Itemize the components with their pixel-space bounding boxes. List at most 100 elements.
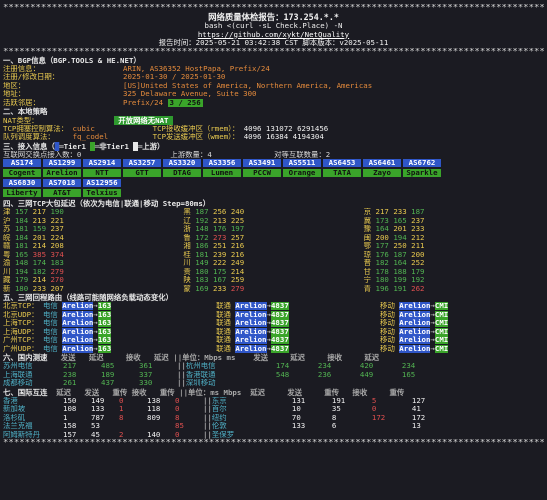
province: 鲁 (183, 233, 191, 242)
intl-value: 133 (291, 422, 306, 430)
intl-value: 150 (63, 396, 77, 405)
carrier: 电信 (38, 344, 63, 353)
peer-tag: AS2914 (83, 159, 121, 167)
peer-tag: Arelion (43, 169, 81, 177)
tcp-cell: 豫 164 201 233 (364, 225, 544, 234)
domestic-row: 苏州电信 217 485 361 ||杭州电信 174 234 420 234 (3, 362, 544, 371)
latency-value: 157 (14, 208, 29, 216)
peer-tag: DTAG (163, 169, 201, 177)
speed-value: 189 (101, 370, 115, 379)
latency-value: 148 (14, 259, 29, 267)
intl-value: 118 (147, 405, 161, 413)
net-name: Arelion (399, 310, 431, 319)
intl-value: 6 (331, 422, 337, 430)
intl-value: 53 (91, 422, 100, 430)
bgp-row: 注册/修改日期： 2025-01-30 / 2025-01-30 (3, 73, 544, 82)
latency-value: 173 (375, 216, 389, 225)
tcp-cell: 闽 200 194 212 (364, 234, 544, 243)
speed-value: 485 (101, 362, 115, 370)
peer-tag: AS6830 (3, 179, 41, 187)
carrier: 电信 (38, 336, 63, 344)
latency-value: 233 (213, 284, 227, 293)
speed-value: 234 (401, 362, 416, 370)
province: 宁 (363, 276, 372, 284)
latency-value: 182 (375, 259, 389, 267)
latency-value: 249 (230, 259, 245, 267)
peer-tag: PCCW (243, 169, 281, 177)
node-name: 法兰克福 (3, 422, 33, 430)
asn: CMI (434, 344, 449, 353)
peer-tag: GTT (123, 169, 161, 177)
latency-value: 165 (14, 250, 29, 259)
province: 藏 (3, 276, 11, 284)
asn: 163 (97, 327, 112, 336)
latency-value: 188 (393, 267, 407, 276)
route-cell: 联通 Arelion→4837 (216, 336, 289, 344)
peer-tags: AS174 AS1299 AS2914 AS3257 AS3320 AS3356 AS349… (3, 159, 544, 199)
route-cell: 北京UDP： 电信 Arelion→163 (3, 310, 112, 319)
tcp-cell: 冀 173 165 237 (364, 217, 544, 226)
route-cell: 北京TCP： 电信 Arelion→163 (3, 302, 112, 310)
intl-value: 10 (291, 405, 301, 413)
latency-value: 187 (411, 208, 425, 216)
intl-row: 香港 150 149 0 138 0 ||东京 131 191 5 127 (3, 397, 544, 406)
tcp-cell: 桂 181 239 216 (183, 251, 363, 260)
latency-value: 200 (375, 233, 389, 242)
asn: CMI (434, 310, 449, 319)
tcp-row: 藏 179 214 270 陕 183 167 259 宁 180 199 192 (3, 276, 544, 285)
province: 冀 (363, 216, 372, 225)
tcp-cell: 川 194 182 279 (3, 268, 183, 277)
latency-value: 207 (50, 284, 64, 293)
latency-value: 164 (375, 225, 389, 233)
latency-value: 239 (213, 250, 227, 259)
node-name: 新加坡 (3, 405, 26, 413)
node-name: 香港联通 (185, 370, 216, 379)
bgp-value: Prefix/24 (123, 98, 164, 107)
latency-value: 222 (213, 259, 227, 267)
latency-value: 182 (32, 267, 47, 276)
net-name: Arelion (399, 319, 431, 327)
net-name: Arelion (399, 336, 431, 344)
peer-tag: AS12956 (83, 179, 121, 187)
route-cell: 上海UDP： 电信 Arelion→163 (3, 327, 112, 336)
tcp-row: 新 180 233 207 蒙 169 233 279 青 196 191 262 (3, 285, 544, 294)
separator-line: ****************************************… (3, 47, 544, 56)
queue-row: 队列调度算法： fq_codel TCP发送缓冲区（wmem）： 4096 16… (3, 133, 324, 141)
net-name: Arelion (62, 344, 94, 353)
asn: 163 (97, 302, 112, 310)
asn: 163 (97, 344, 112, 353)
latency-value: 184 (14, 216, 29, 225)
intl-value: 809 (147, 413, 161, 422)
intl-value: 0 (175, 396, 180, 405)
intl-value: 8 (119, 413, 124, 422)
carrier: 电信 (38, 302, 63, 310)
route-label: 广州TCP： (3, 336, 39, 344)
tcp-cell: 浙 148 176 197 (183, 225, 363, 234)
asn: 163 (97, 319, 112, 327)
domestic-row: 上海联通 238 189 337 ||香港联通 548 236 449 165 (3, 371, 544, 380)
peer-row: AS174 AS1299 AS2914 AS3257 AS3320 AS3356 AS349… (3, 159, 544, 169)
local-policy-heading: 二、本地策略 (3, 107, 48, 116)
asn: CMI (434, 319, 449, 327)
net-name: Arelion (235, 336, 267, 344)
province: 鄂 (363, 242, 372, 250)
tcp-cell: 辽 192 213 225 (183, 217, 363, 226)
latency-value: 187 (195, 208, 209, 216)
tcp-cell: 蒙 169 233 279 (183, 285, 363, 294)
net-name: Arelion (235, 302, 267, 310)
nat-row: NAT类型： 开放网络无NAT (3, 116, 544, 125)
province: 蒙 (183, 284, 191, 293)
bgp-row: 地区： [US]United States of America, Norther… (3, 82, 544, 91)
peer-tag: AS3257 (123, 159, 161, 167)
route-label: 联通 (216, 310, 231, 319)
latency-value: 167 (213, 276, 227, 284)
peer-tag: Zayo (363, 169, 401, 177)
intl-value: 13 (411, 422, 421, 430)
route-row: 北京UDP： 电信 Arelion→163 联通 Arelion→4837 移动 A… (3, 310, 544, 320)
intl-table: 香港 150 149 0 138 0 ||东京 131 191 5 127 新加坡 108 133 1 118… (3, 397, 544, 440)
bgp-key: 地址： (3, 90, 26, 98)
intl-value: 41 (411, 405, 421, 413)
latency-value: 194 (393, 233, 407, 242)
bgp-row: 注册信息： ARIN, AS36352 HostPapa, Prefix/24 (3, 65, 544, 74)
route-row: 上海TCP： 电信 Arelion→163 联通 Arelion→4837 移动 A… (3, 319, 544, 328)
